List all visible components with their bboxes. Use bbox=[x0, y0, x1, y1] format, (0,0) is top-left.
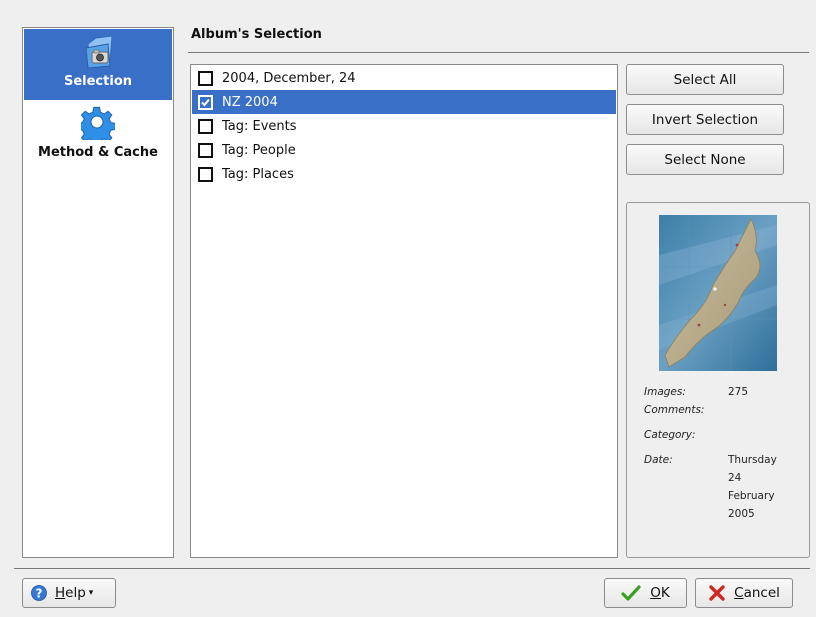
album-checkbox[interactable] bbox=[198, 94, 213, 110]
help-icon: ? bbox=[31, 585, 47, 601]
album-label: Tag: People bbox=[222, 142, 296, 158]
header-divider bbox=[188, 52, 809, 53]
page-list-sidebar: Selection Method & Cache bbox=[22, 27, 174, 558]
date-day: 24 bbox=[728, 472, 742, 484]
cancel-x-icon bbox=[708, 584, 726, 602]
album-checkbox[interactable] bbox=[198, 166, 213, 182]
sidebar-item-method-cache[interactable]: Method & Cache bbox=[24, 104, 172, 174]
date-month: February bbox=[728, 490, 775, 502]
date-value: Thursday 24 February 2005 bbox=[728, 451, 798, 523]
album-row[interactable]: Tag: People bbox=[192, 138, 616, 162]
ok-button[interactable]: OK bbox=[604, 578, 687, 608]
select-all-button[interactable]: Select All bbox=[626, 64, 784, 95]
album-row[interactable]: 2004, December, 24 bbox=[192, 66, 616, 90]
images-label: Images: bbox=[644, 386, 686, 398]
invert-selection-button[interactable]: Invert Selection bbox=[626, 104, 784, 135]
svg-text:?: ? bbox=[36, 587, 43, 601]
chevron-down-icon: ▾ bbox=[88, 588, 94, 598]
page-title: Album's Selection bbox=[191, 27, 322, 42]
album-checkbox[interactable] bbox=[198, 142, 213, 158]
help-button[interactable]: ? Help ▾ bbox=[22, 578, 116, 608]
sidebar-item-label: Selection bbox=[63, 74, 132, 89]
camera-folder-icon bbox=[78, 32, 118, 72]
images-value: 275 bbox=[728, 386, 749, 398]
album-thumbnail bbox=[659, 215, 777, 371]
album-info-panel: Images: 275 Comments: Category: Date: Th… bbox=[626, 202, 810, 558]
album-checkbox[interactable] bbox=[198, 118, 213, 134]
album-row[interactable]: Tag: Places bbox=[192, 162, 616, 186]
date-label: Date: bbox=[644, 454, 673, 466]
album-label: NZ 2004 bbox=[222, 94, 278, 110]
album-row[interactable]: Tag: Events bbox=[192, 114, 616, 138]
album-label: 2004, December, 24 bbox=[222, 70, 356, 86]
album-label: Tag: Events bbox=[222, 118, 297, 134]
footer-divider bbox=[14, 568, 810, 569]
album-label: Tag: Places bbox=[222, 166, 294, 182]
date-year: 2005 bbox=[728, 508, 755, 520]
album-list[interactable]: 2004, December, 24 NZ 2004 Tag: Events T… bbox=[190, 64, 618, 558]
album-row[interactable]: NZ 2004 bbox=[192, 90, 616, 114]
help-label: Help bbox=[55, 585, 86, 601]
cancel-button[interactable]: Cancel bbox=[695, 578, 793, 608]
sidebar-item-selection[interactable]: Selection bbox=[24, 29, 172, 100]
cancel-label: Cancel bbox=[734, 585, 780, 601]
album-checkbox[interactable] bbox=[198, 70, 213, 86]
checkmark-icon bbox=[621, 584, 641, 602]
ok-label: OK bbox=[650, 585, 670, 601]
sidebar-item-label: Method & Cache bbox=[38, 145, 158, 160]
date-weekday: Thursday bbox=[728, 454, 777, 466]
category-label: Category: bbox=[644, 429, 696, 441]
select-none-button[interactable]: Select None bbox=[626, 144, 784, 175]
gear-icon bbox=[77, 106, 117, 146]
comments-label: Comments: bbox=[644, 404, 705, 416]
checkmark-icon bbox=[201, 98, 210, 106]
